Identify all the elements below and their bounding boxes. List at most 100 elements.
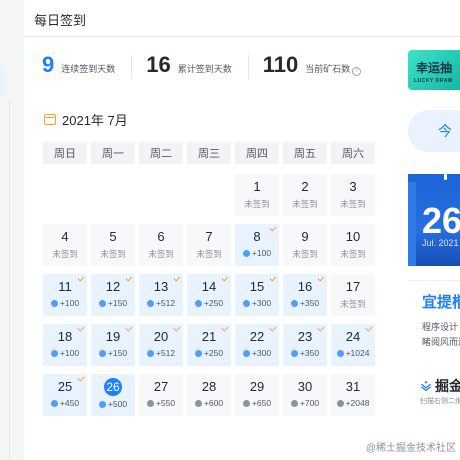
ore-icon (98, 349, 106, 357)
calendar-day-status: +512 (146, 348, 175, 358)
calendar-day-number: 29 (249, 379, 265, 394)
weekday-header: 周五 (283, 142, 327, 164)
ore-icon (146, 299, 154, 307)
calendar-day-cell[interactable]: 31 +2048 (331, 374, 375, 416)
calendar-day-status: +512 (146, 298, 175, 308)
calendar-day-status-text: +150 (107, 348, 128, 358)
calendar-day-status-text: +350 (299, 298, 320, 308)
calendar-day-status: +2048 (336, 398, 369, 408)
calendar-day-number: 15 (249, 279, 265, 294)
stat-ore-count: 110 当前矿石数 i (263, 52, 362, 82)
calendar-day-cell[interactable]: 22 +300 (235, 324, 279, 366)
calendar-day-status: +450 (50, 398, 79, 408)
calendar-day-cell[interactable]: 25 +450 (43, 374, 87, 416)
today-signin-button[interactable]: 今 (408, 110, 460, 152)
wechat-promo-line2: 睹阅风而边 (422, 337, 460, 347)
calendar-day-status: 未签到 (340, 248, 366, 260)
checkmark-icon (221, 274, 229, 282)
calendar-day-status: +550 (146, 398, 176, 408)
calendar-day-cell[interactable]: 17 未签到 (331, 274, 375, 316)
calendar-day-status: +500 (98, 399, 127, 409)
calendar-day-status: +650 (242, 398, 272, 408)
calendar-day-cell[interactable]: 1 未签到 (235, 174, 279, 216)
calendar-day-cell[interactable]: 29 +650 (235, 374, 279, 416)
calendar-day-status: +350 (290, 298, 320, 308)
promo-day-number: 26 (422, 200, 460, 241)
wechat-promo-line1: 程序设计 (422, 322, 459, 332)
calendar-day-cell[interactable]: 2 未签到 (283, 174, 327, 216)
calendar-day-cell[interactable]: 3 未签到 (331, 174, 375, 216)
juejin-logo: 掘金 (420, 376, 460, 396)
calendar-day-cell[interactable]: 21 +250 (187, 324, 231, 366)
weekday-header: 周三 (187, 142, 231, 164)
calendar-day-cell[interactable]: 19 +150 (91, 324, 135, 366)
calendar-day-cell[interactable]: 24 +1024 (331, 324, 375, 366)
header-divider (24, 36, 460, 37)
calendar-day-status: +150 (98, 348, 128, 358)
calendar-day-status-text: 未签到 (340, 299, 366, 309)
ore-icon (146, 349, 154, 357)
stat-total-value: 16 (146, 52, 171, 77)
calendar-day-cell[interactable]: 11 +100 (43, 274, 87, 316)
calendar-day-status: 未签到 (292, 248, 318, 260)
calendar-day-cell[interactable]: 15 +300 (235, 274, 279, 316)
calendar-day-cell[interactable]: 30 +700 (283, 374, 327, 416)
calendar-day-status-text: +600 (203, 398, 224, 408)
calendar-day-status-text: +650 (251, 398, 272, 408)
calendar-day-cell[interactable]: 18 +100 (43, 324, 87, 366)
calendar-day-status-text: +550 (155, 398, 176, 408)
ore-icon (336, 399, 344, 407)
ore-icon (194, 349, 202, 357)
calendar-day-cell[interactable]: 28 +600 (187, 374, 231, 416)
calendar-day-cell[interactable]: 7 未签到 (187, 224, 231, 266)
calendar-day-status: +100 (50, 348, 79, 358)
calendar-day-cell[interactable]: 27 +550 (139, 374, 183, 416)
left-nav-selected-indicator (0, 66, 4, 96)
calendar-day-number: 19 (105, 329, 121, 344)
calendar-day-cell[interactable]: 9 未签到 (283, 224, 327, 266)
calendar-day-cell[interactable]: 12 +150 (91, 274, 135, 316)
calendar-day-cell[interactable]: 10 未签到 (331, 224, 375, 266)
calendar-day-cell[interactable]: 8 +100 (235, 224, 279, 266)
checkmark-icon (77, 324, 85, 332)
calendar-day-status-text: 未签到 (244, 199, 270, 209)
calendar-day-number: 8 (253, 229, 261, 244)
watermark: @稀土掘金技术社区 (365, 443, 456, 454)
info-icon[interactable]: i (352, 67, 362, 76)
ore-icon (242, 299, 250, 307)
juejin-logo-text: 掘金 (435, 378, 460, 394)
checkmark-icon (173, 274, 181, 282)
calendar-day-number: 2 (301, 179, 309, 194)
checkmark-icon (317, 274, 325, 282)
checkmark-icon (317, 324, 325, 332)
calendar-day-cell[interactable]: 23 +350 (283, 324, 327, 366)
signin-card: 每日签到 9 连续签到天数 16 累计签到天数 110 当前矿石数 i 2021… (24, 0, 460, 460)
ore-icon (50, 399, 58, 407)
calendar-day-status: +350 (290, 348, 319, 358)
calendar-day-cell[interactable]: 5 未签到 (91, 224, 135, 266)
calendar-day-cell[interactable]: 4 未签到 (43, 224, 87, 266)
ore-icon (50, 299, 58, 307)
stat-total-days: 16 累计签到天数 (146, 52, 232, 82)
calendar-day-status-text: 未签到 (100, 249, 126, 259)
calendar-day-cell[interactable]: 13 +512 (139, 274, 183, 316)
calendar-day-cell[interactable]: 6 未签到 (139, 224, 183, 266)
calendar-day-number: 7 (205, 229, 213, 244)
calendar-day-status-text: +250 (203, 298, 224, 308)
calendar-day-cell[interactable]: 16 +350 (283, 274, 327, 316)
weekday-header: 周四 (235, 142, 279, 164)
calendar-day-status-text: 未签到 (340, 199, 366, 209)
calendar-day-status: 未签到 (196, 248, 222, 260)
calendar-day-status: +300 (242, 348, 271, 358)
calendar-day-cell[interactable]: 14 +250 (187, 274, 231, 316)
ore-icon (98, 400, 106, 408)
calendar-day-number: 1 (253, 179, 261, 194)
calendar-day-cell[interactable]: 20 +512 (139, 324, 183, 366)
stat-ore-label: 当前矿石数 (305, 64, 351, 74)
lucky-draw-banner[interactable]: 幸运抽 LUCKY DRAW (408, 50, 460, 90)
calendar-day-number: 28 (201, 379, 217, 394)
ore-icon (194, 399, 202, 407)
calendar-day-cell[interactable]: 26 +500 (91, 374, 135, 416)
ore-icon (242, 349, 250, 357)
calendar-day-status: +1024 (336, 348, 369, 358)
